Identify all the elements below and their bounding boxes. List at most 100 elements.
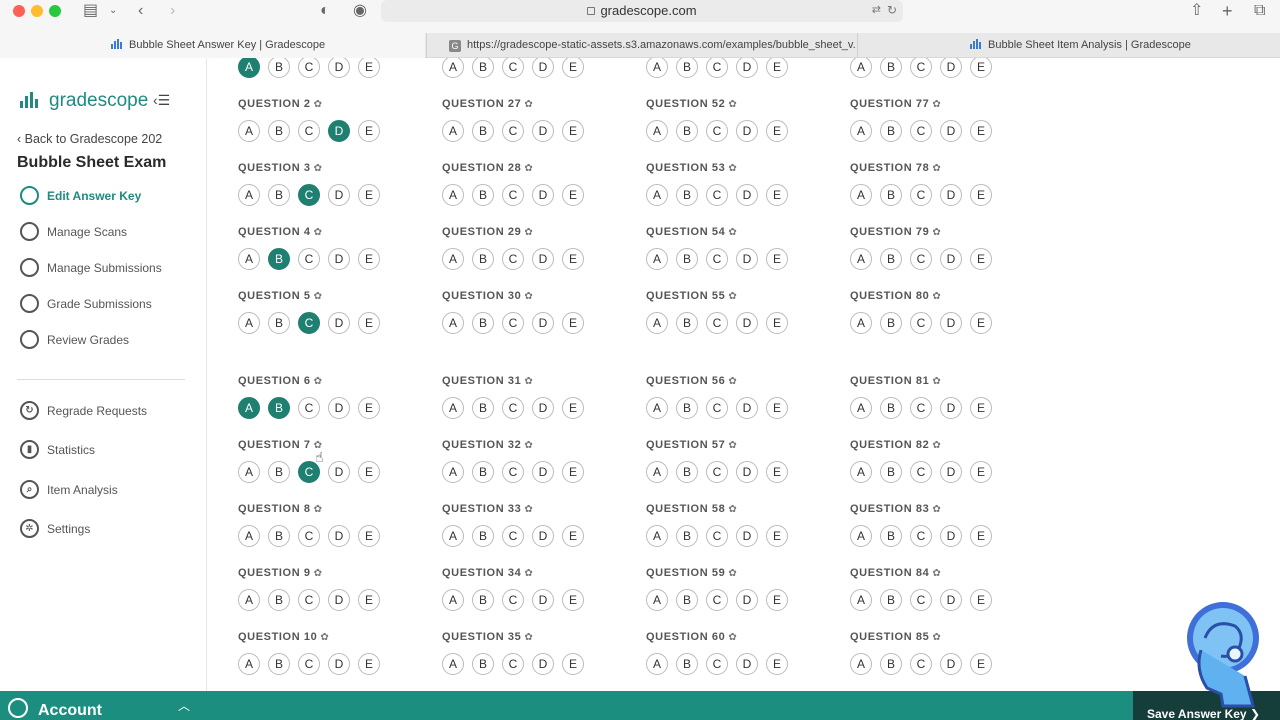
answer-bubble-c[interactable]: C (706, 58, 728, 78)
answer-bubble-a[interactable]: A (850, 525, 872, 547)
answer-bubble-c[interactable]: C (706, 248, 728, 270)
answer-bubble-e[interactable]: E (970, 525, 992, 547)
question-settings-gear-icon[interactable]: ✿ (524, 376, 533, 387)
answer-bubble-b[interactable]: B (268, 248, 290, 270)
question-settings-gear-icon[interactable]: ✿ (728, 99, 737, 110)
forward-arrow-icon[interactable]: › (170, 2, 175, 20)
share-icon[interactable]: ⇧ (1190, 2, 1203, 20)
answer-bubble-c[interactable]: C (298, 525, 320, 547)
answer-bubble-c[interactable]: C (502, 248, 524, 270)
answer-bubble-d[interactable]: D (532, 184, 554, 206)
answer-bubble-b[interactable]: B (880, 120, 902, 142)
answer-bubble-c[interactable]: C (706, 589, 728, 611)
question-settings-gear-icon[interactable]: ✿ (728, 163, 737, 174)
answer-bubble-e[interactable]: E (358, 653, 380, 675)
answer-bubble-c[interactable]: C (298, 58, 320, 78)
answer-bubble-a[interactable]: A (850, 653, 872, 675)
answer-bubble-e[interactable]: E (970, 120, 992, 142)
answer-bubble-b[interactable]: B (268, 589, 290, 611)
answer-bubble-c[interactable]: C (502, 461, 524, 483)
answer-bubble-d[interactable]: D (328, 653, 350, 675)
answer-bubble-a[interactable]: A (646, 461, 668, 483)
answer-bubble-a[interactable]: A (850, 248, 872, 270)
answer-bubble-d[interactable]: D (736, 397, 758, 419)
question-settings-gear-icon[interactable]: ✿ (932, 504, 941, 515)
answer-bubble-c[interactable]: C (502, 120, 524, 142)
question-settings-gear-icon[interactable]: ✿ (728, 376, 737, 387)
answer-bubble-c[interactable]: C (910, 120, 932, 142)
answer-bubble-d[interactable]: D (328, 461, 350, 483)
answer-bubble-d[interactable]: D (736, 312, 758, 334)
answer-bubble-d[interactable]: D (736, 589, 758, 611)
answer-bubble-d[interactable]: D (940, 589, 962, 611)
answer-bubble-e[interactable]: E (766, 248, 788, 270)
answer-bubble-c[interactable]: C (502, 589, 524, 611)
answer-bubble-d[interactable]: D (532, 120, 554, 142)
answer-bubble-e[interactable]: E (766, 461, 788, 483)
answer-bubble-d[interactable]: D (532, 525, 554, 547)
answer-bubble-e[interactable]: E (970, 461, 992, 483)
answer-bubble-e[interactable]: E (358, 461, 380, 483)
answer-bubble-b[interactable]: B (880, 589, 902, 611)
answer-bubble-a[interactable]: A (646, 589, 668, 611)
chevron-up-icon[interactable]: ︿ (178, 697, 190, 714)
answer-bubble-b[interactable]: B (880, 397, 902, 419)
chevron-down-icon[interactable]: ⌄ (109, 2, 117, 20)
answer-bubble-e[interactable]: E (562, 525, 584, 547)
answer-bubble-c[interactable]: C (910, 653, 932, 675)
answer-bubble-c[interactable]: C (706, 120, 728, 142)
answer-bubble-e[interactable]: E (358, 397, 380, 419)
answer-bubble-a[interactable]: A (238, 184, 260, 206)
answer-bubble-a[interactable]: A (442, 461, 464, 483)
answer-bubble-e[interactable]: E (766, 525, 788, 547)
answer-bubble-e[interactable]: E (766, 312, 788, 334)
answer-bubble-a[interactable]: A (646, 312, 668, 334)
answer-bubble-e[interactable]: E (358, 312, 380, 334)
answer-bubble-a[interactable]: A (238, 312, 260, 334)
answer-bubble-c[interactable]: C (502, 312, 524, 334)
tab-answer-key[interactable]: Bubble Sheet Answer Key | Gradescope (0, 33, 425, 58)
answer-bubble-b[interactable]: B (676, 58, 698, 78)
question-settings-gear-icon[interactable]: ✿ (524, 291, 533, 302)
answer-bubble-c[interactable]: C (298, 312, 320, 334)
answer-bubble-b[interactable]: B (472, 589, 494, 611)
answer-bubble-c[interactable]: C (298, 653, 320, 675)
answer-bubble-c[interactable]: C (502, 397, 524, 419)
answer-bubble-b[interactable]: B (472, 248, 494, 270)
answer-bubble-b[interactable]: B (676, 525, 698, 547)
question-settings-gear-icon[interactable]: ✿ (932, 291, 941, 302)
question-settings-gear-icon[interactable]: ✿ (932, 99, 941, 110)
answer-bubble-e[interactable]: E (970, 589, 992, 611)
answer-bubble-b[interactable]: B (676, 312, 698, 334)
answer-bubble-d[interactable]: D (940, 184, 962, 206)
answer-bubble-b[interactable]: B (472, 184, 494, 206)
answer-bubble-e[interactable]: E (358, 525, 380, 547)
answer-bubble-b[interactable]: B (880, 461, 902, 483)
answer-bubble-d[interactable]: D (736, 58, 758, 78)
answer-bubble-a[interactable]: A (238, 58, 260, 78)
answer-bubble-b[interactable]: B (880, 58, 902, 78)
answer-bubble-a[interactable]: A (646, 120, 668, 142)
answer-bubble-a[interactable]: A (442, 120, 464, 142)
answer-bubble-a[interactable]: A (442, 312, 464, 334)
answer-bubble-d[interactable]: D (328, 397, 350, 419)
answer-bubble-e[interactable]: E (970, 248, 992, 270)
answer-bubble-a[interactable]: A (238, 461, 260, 483)
question-settings-gear-icon[interactable]: ✿ (524, 99, 533, 110)
answer-bubble-c[interactable]: C (706, 184, 728, 206)
question-settings-gear-icon[interactable]: ✿ (320, 632, 329, 643)
answer-bubble-c[interactable]: C (502, 58, 524, 78)
answer-bubble-e[interactable]: E (562, 58, 584, 78)
answer-bubble-d[interactable]: D (328, 589, 350, 611)
answer-bubble-d[interactable]: D (532, 589, 554, 611)
answer-bubble-d[interactable]: D (736, 120, 758, 142)
answer-bubble-e[interactable]: E (358, 589, 380, 611)
answer-bubble-a[interactable]: A (238, 120, 260, 142)
answer-bubble-c[interactable]: C (910, 248, 932, 270)
answer-bubble-c[interactable]: C (706, 461, 728, 483)
answer-bubble-b[interactable]: B (472, 653, 494, 675)
answer-bubble-a[interactable]: A (850, 184, 872, 206)
answer-bubble-b[interactable]: B (268, 120, 290, 142)
answer-bubble-e[interactable]: E (766, 58, 788, 78)
tab-item-analysis[interactable]: Bubble Sheet Item Analysis | Gradescope (857, 33, 1280, 58)
